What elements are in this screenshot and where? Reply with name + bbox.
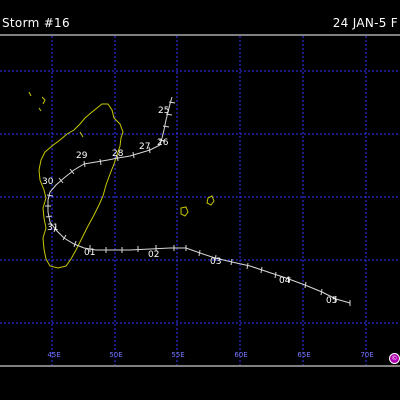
track-label-04: 04	[279, 276, 291, 286]
comoros-islands	[28, 91, 84, 138]
lon-label-60e: 60E	[234, 351, 248, 359]
track-label-30: 30	[42, 177, 54, 187]
lon-label-45e: 45E	[47, 351, 61, 359]
lon-label-50e: 50E	[109, 351, 123, 359]
track-label-29: 29	[76, 151, 88, 161]
lon-label-65e: 65E	[297, 351, 311, 359]
track-label-28: 28	[112, 149, 124, 159]
lon-label-70e: 70E	[360, 351, 374, 359]
track-label-03: 03	[210, 257, 222, 267]
storm-track-ticks	[45, 101, 351, 306]
storm-title: Storm #16	[2, 16, 70, 30]
lon-label-55e: 55E	[171, 351, 185, 359]
mauritius-island	[180, 206, 189, 217]
track-label-01: 01	[84, 248, 96, 258]
coastlines	[28, 91, 215, 269]
storm-track-line	[47, 96, 351, 304]
track-label-31: 31	[47, 223, 59, 233]
lat-lon-grid	[0, 36, 400, 365]
storm-track-map	[0, 34, 400, 367]
copyright-logo: ©	[389, 353, 400, 364]
track-label-02: 02	[148, 250, 160, 260]
track-label-25: 25	[158, 106, 170, 116]
track-label-27: 27	[139, 142, 151, 152]
date-range: 24 JAN-5 F	[332, 16, 398, 30]
track-label-26: 26	[157, 138, 169, 148]
storm-track	[45, 96, 351, 306]
track-label-05: 05	[326, 296, 338, 306]
